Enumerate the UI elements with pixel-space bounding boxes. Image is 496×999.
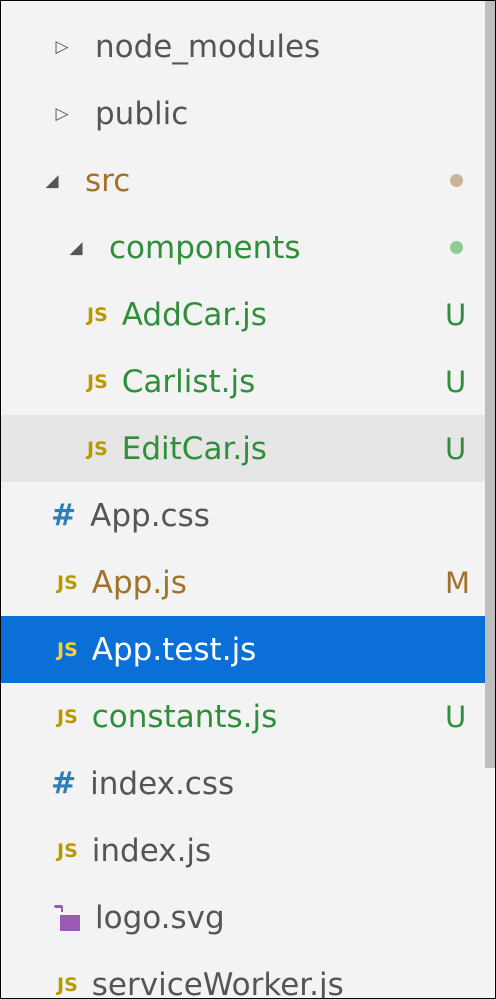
git-status-badge: U [445, 431, 467, 466]
tree-item-label: App.css [90, 497, 210, 534]
tree-item[interactable]: ▷ public [1, 80, 485, 147]
tree-item[interactable]: JS App.js M [1, 549, 485, 616]
tree-item[interactable]: # App.css [1, 482, 485, 549]
tree-item-label: index.js [91, 832, 212, 869]
js-file-icon: JS [57, 638, 78, 661]
tree-item[interactable]: ▷ node_modules [1, 13, 485, 80]
tree-item-label: EditCar.js [121, 430, 267, 467]
tree-item[interactable]: JS App.test.js [1, 616, 485, 683]
chevron-expanded-icon[interactable]: ◢ [41, 171, 63, 191]
js-file-icon: JS [57, 705, 78, 728]
css-file-icon: # [51, 498, 77, 533]
js-file-icon: JS [87, 370, 108, 393]
file-tree: ▷ node_modules ▷ public ◢ src ◢ components JS Add… [1, 13, 485, 999]
tree-item-label: public [95, 95, 189, 132]
chevron-collapsed-icon[interactable]: ▷ [51, 37, 73, 57]
tree-item-label: components [109, 229, 301, 266]
tree-item[interactable]: # index.css [1, 750, 485, 817]
tree-item-label: index.css [90, 765, 235, 802]
js-file-icon: JS [57, 973, 78, 996]
tree-item-label: Carlist.js [121, 363, 256, 400]
git-status-badge: M [445, 565, 471, 600]
js-file-icon: JS [87, 303, 108, 326]
scrollbar-track[interactable] [485, 768, 495, 998]
js-file-icon: JS [57, 839, 78, 862]
tree-item-label: serviceWorker.js [91, 966, 344, 999]
git-status-badge: U [445, 364, 467, 399]
tree-item[interactable]: JS EditCar.js U [1, 415, 485, 482]
git-status-badge: U [445, 297, 467, 332]
js-file-icon: JS [57, 571, 78, 594]
explorer-panel: ▷ node_modules ▷ public ◢ src ◢ components JS Add… [0, 0, 496, 999]
tree-item[interactable]: JS constants.js U [1, 683, 485, 750]
chevron-collapsed-icon[interactable]: ▷ [51, 104, 73, 124]
tree-item-label: AddCar.js [121, 296, 267, 333]
css-file-icon: # [51, 766, 77, 801]
js-file-icon: JS [87, 437, 108, 460]
tree-item-label: logo.svg [95, 899, 225, 936]
tree-item-label: node_modules [95, 28, 321, 65]
tree-item-label: src [85, 162, 131, 199]
tree-item[interactable]: logo.svg [1, 884, 485, 951]
svg-file-icon [51, 903, 81, 933]
tree-item[interactable]: JS index.js [1, 817, 485, 884]
chevron-expanded-icon[interactable]: ◢ [65, 238, 87, 258]
tree-item[interactable]: ◢ components [1, 214, 485, 281]
tree-item[interactable]: JS serviceWorker.js [1, 951, 485, 999]
tree-item[interactable]: ◢ src [1, 147, 485, 214]
tree-item-label: constants.js [91, 698, 278, 735]
git-status-dot [450, 241, 463, 254]
tree-item[interactable]: JS Carlist.js U [1, 348, 485, 415]
tree-item-label: App.js [91, 564, 187, 601]
git-status-dot [450, 174, 463, 187]
tree-item-label: App.test.js [91, 631, 257, 668]
git-status-badge: U [445, 699, 467, 734]
scrollbar-thumb[interactable] [485, 1, 495, 768]
tree-item[interactable]: JS AddCar.js U [1, 281, 485, 348]
